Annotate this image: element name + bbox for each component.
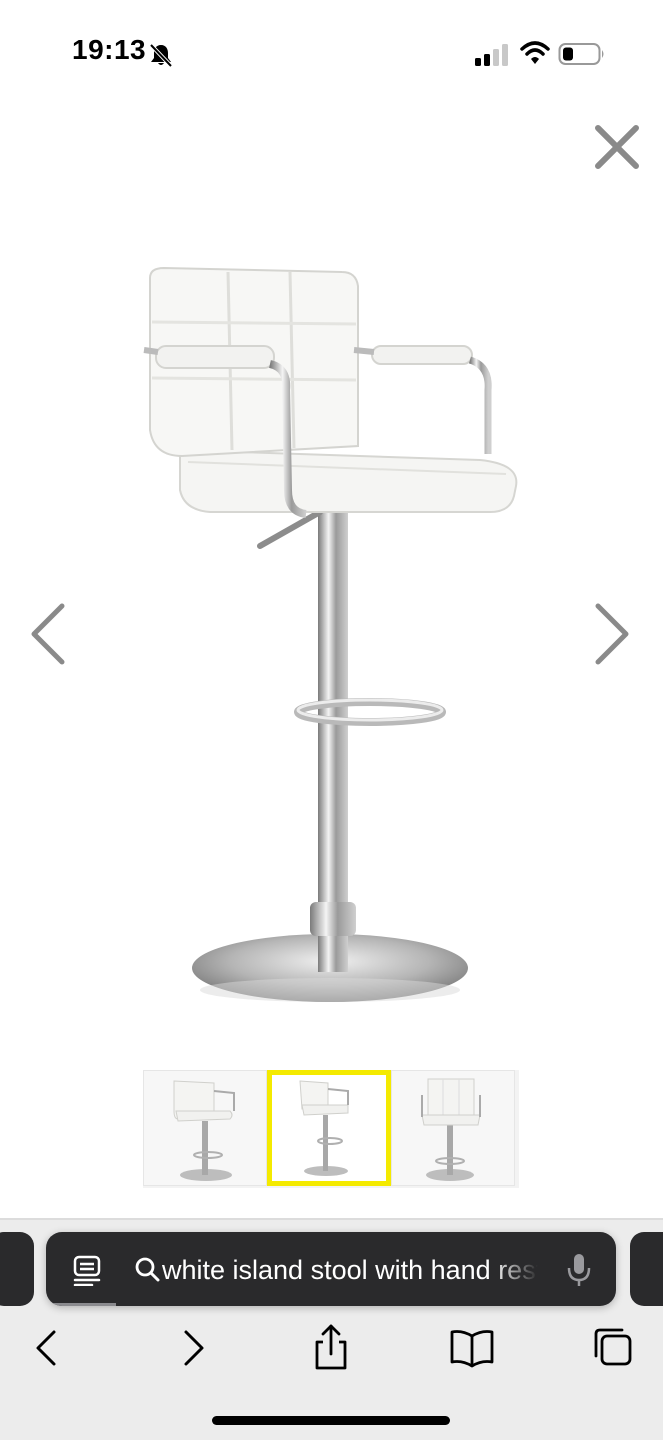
thumbnail-strip <box>143 1070 519 1188</box>
tabs-icon[interactable] <box>588 1322 640 1374</box>
thumbnail-1[interactable] <box>143 1070 267 1186</box>
loading-progress <box>46 1303 116 1306</box>
next-tab-peek[interactable] <box>630 1232 663 1306</box>
wifi-icon <box>520 41 550 64</box>
bookmarks-icon[interactable] <box>446 1322 498 1374</box>
search-icon <box>135 1257 160 1282</box>
stool-thumbnail-image <box>299 1080 349 1176</box>
address-bar[interactable]: white island stool with hand rest <box>46 1232 616 1306</box>
stool-thumbnail-image <box>421 1078 481 1181</box>
back-icon[interactable] <box>22 1322 74 1374</box>
close-icon[interactable] <box>590 120 644 174</box>
battery-icon <box>558 43 604 65</box>
page-menu-icon[interactable] <box>72 1254 102 1286</box>
address-text[interactable]: white island stool with hand rest <box>162 1253 538 1287</box>
cellular-signal-icon <box>475 44 508 66</box>
thumbnail-2[interactable] <box>267 1070 391 1186</box>
product-image <box>143 266 518 1002</box>
thumbnail-3[interactable] <box>391 1070 515 1186</box>
divider <box>0 1218 663 1220</box>
forward-icon[interactable] <box>166 1322 218 1374</box>
microphone-icon[interactable] <box>566 1252 592 1288</box>
share-icon[interactable] <box>305 1322 357 1374</box>
bell-slash-icon <box>149 43 173 68</box>
previous-tab-peek[interactable] <box>0 1232 34 1306</box>
chevron-right-icon[interactable] <box>586 598 638 670</box>
home-indicator[interactable] <box>212 1416 450 1425</box>
stool-thumbnail-image <box>173 1080 235 1181</box>
chevron-left-icon[interactable] <box>22 598 74 670</box>
status-time: 19:13 <box>72 34 147 65</box>
